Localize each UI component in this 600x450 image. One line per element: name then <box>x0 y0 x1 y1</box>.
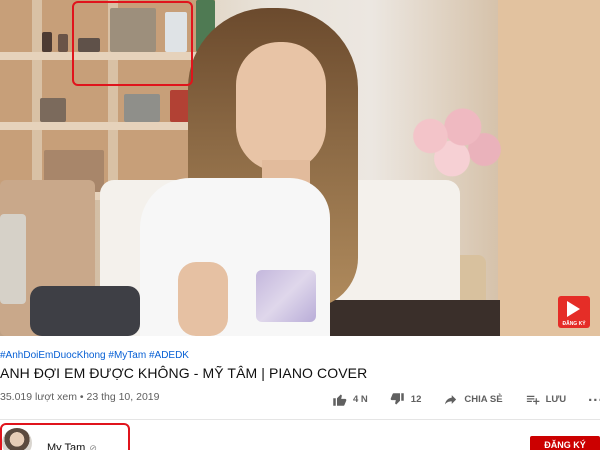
woman-arm <box>178 262 228 336</box>
flower-bouquet <box>398 100 506 190</box>
dislike-count: 12 <box>410 393 422 405</box>
wooden-panel <box>498 0 600 336</box>
subscribe-button[interactable]: ĐĂNG KÝ <box>530 436 600 450</box>
shelf-board <box>0 122 215 130</box>
woman-face <box>236 42 326 172</box>
more-icon: ... <box>588 387 600 405</box>
armchair-arm <box>0 214 26 304</box>
view-count: 35.019 lượt xem <box>0 391 77 403</box>
annotation-box-channel <box>0 423 130 450</box>
save-label: LƯU <box>545 393 567 405</box>
video-meta: 35.019 lượt xem • 23 thg 10, 2019 <box>0 391 159 403</box>
upload-date: 23 thg 10, 2019 <box>86 391 160 403</box>
divider <box>0 419 600 420</box>
share-button[interactable]: CHIA SẺ <box>443 392 503 407</box>
playlist-add-icon <box>526 395 539 404</box>
watermark-label: ĐĂNG KÝ <box>562 321 586 327</box>
video-title: ANH ĐỢI EM ĐƯỢC KHÔNG - MỸ TÂM | PIANO C… <box>0 365 368 381</box>
action-bar: 4 N 12 CHIA SẺ LƯU ... <box>332 388 600 410</box>
like-button[interactable]: 4 N <box>332 392 368 407</box>
thumbs-up-icon <box>333 394 347 406</box>
hashtags[interactable]: #AnhDoiEmDuocKhong #MyTam #ADEDK <box>0 350 189 361</box>
more-button[interactable]: ... <box>588 388 600 405</box>
thumbs-down-icon <box>390 392 404 404</box>
shelf-item <box>42 32 52 52</box>
shelf-item <box>124 94 160 122</box>
video-player[interactable]: ĐĂNG KÝ <box>0 0 600 336</box>
share-icon <box>445 394 457 404</box>
subscribe-watermark[interactable]: ĐĂNG KÝ <box>558 296 590 328</box>
annotation-box-shelf <box>72 1 193 86</box>
shelf-item <box>58 34 68 52</box>
play-icon <box>567 301 580 317</box>
shelf-item <box>40 98 66 122</box>
save-button[interactable]: LƯU <box>525 392 567 407</box>
meta-separator: • <box>79 391 84 403</box>
like-count: 4 N <box>353 393 368 405</box>
shirt-print <box>256 270 316 322</box>
share-label: CHIA SẺ <box>464 393 503 405</box>
dark-cushion <box>30 286 140 336</box>
dislike-button[interactable]: 12 <box>390 392 422 407</box>
